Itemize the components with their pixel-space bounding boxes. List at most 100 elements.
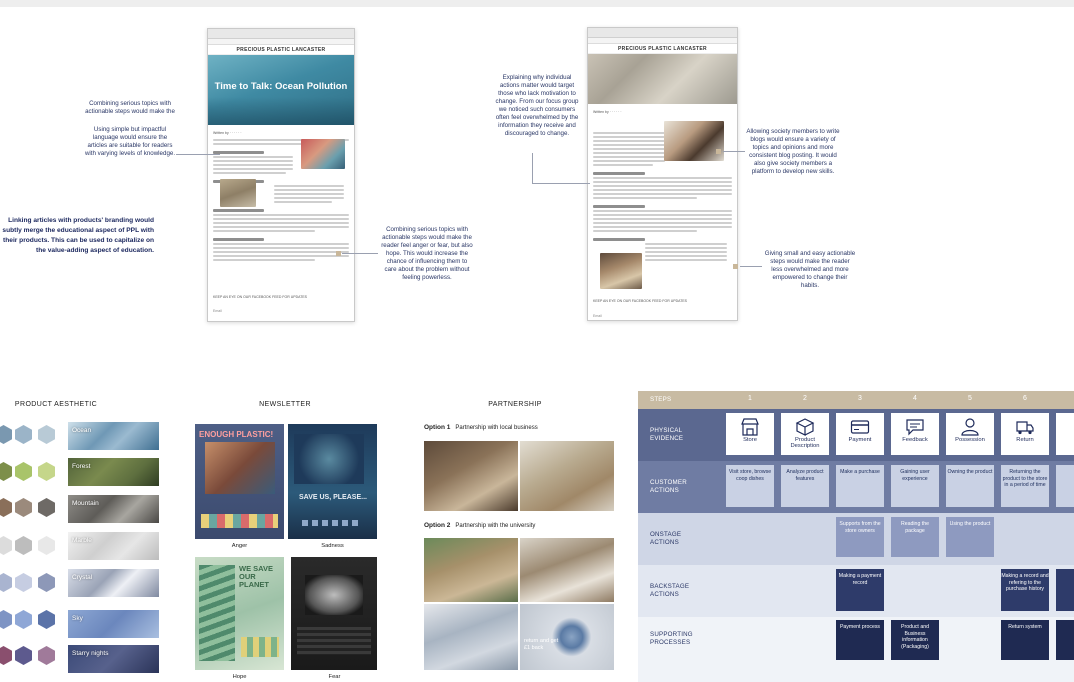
poster-headline: WE SAVE OUR PLANET <box>239 564 274 589</box>
row-label: ONSTAGE ACTIONS <box>650 531 682 546</box>
swatch-mountain: Mountain <box>68 495 159 523</box>
blueprint-header-row: STEPS 1 2 3 4 5 6 <box>638 391 1074 409</box>
customer-action-cell: Gaining user experience <box>891 465 939 507</box>
row-label: CUSTOMER ACTIONS <box>650 479 687 494</box>
university-photo-1 <box>424 538 518 602</box>
evidence-card-payment: Payment <box>836 413 884 455</box>
annotation-hope-and-fear: Combining serious topics with actionable… <box>381 226 473 281</box>
backstage-action-cell: Making a record and refering to the purc… <box>1001 569 1049 611</box>
university-photo-4: return and get £1 back <box>520 604 614 670</box>
university-photo-2 <box>520 538 614 602</box>
product-aesthetic-title: PRODUCT AESTHETIC <box>14 401 98 408</box>
poster-anger: ENOUGH PLASTIC! <box>195 424 284 539</box>
photo-caption: return and get £1 back <box>524 638 559 651</box>
step-number: 4 <box>913 395 917 402</box>
annotation-simple-language: Using simple but impactful language woul… <box>84 126 176 157</box>
evidence-card-store: Store <box>726 413 774 455</box>
customer-action-cell: Owning the product <box>946 465 994 507</box>
annotation-linking-articles: Linking articles with products' branding… <box>2 217 154 254</box>
hero-image: Time to Talk: Ocean Pollution <box>208 55 354 125</box>
leader-line <box>740 266 762 267</box>
blog-mockup-ocean-pollution: PRECIOUS PLASTIC LANCASTER Time to Talk:… <box>207 28 355 322</box>
service-blueprint: STEPS 1 2 3 4 5 6 PHYSICAL EVIDENCE Stor… <box>638 391 1074 682</box>
leader-line <box>342 253 378 254</box>
footer-text: KEEP AN EYE ON OUR FACEBOOK FEED FOR UPD… <box>213 295 308 299</box>
hero-image <box>588 54 737 104</box>
jars-photo <box>600 253 642 289</box>
customer-action-cell: Returning the product to the store in a … <box>1001 465 1049 507</box>
step-number: 2 <box>803 395 807 402</box>
hero-title: Time to Talk: Ocean Pollution <box>214 81 348 92</box>
customer-action-cell: Analyze product features <box>781 465 829 507</box>
byline: Written by · · · · · · <box>593 110 622 114</box>
university-photo-3 <box>424 604 518 670</box>
poster-label-sadness: Sadness <box>321 543 344 549</box>
poster-sadness: SAVE US, PLEASE... <box>288 424 377 539</box>
site-brand: PRECIOUS PLASTIC LANCASTER <box>208 45 354 55</box>
poster-label-fear: Fear <box>328 674 341 680</box>
footer-small: Email <box>213 309 222 313</box>
onstage-action-cell: Supports from the store owners <box>836 517 884 557</box>
swatch-marble: Marble <box>68 532 159 560</box>
footer-text: KEEP AN EYE ON OUR FACEBOOK FEED FOR UPD… <box>593 299 688 303</box>
box-icon <box>795 418 815 436</box>
beach-photo <box>220 179 256 207</box>
supporting-process-cell: Product and Business information (Packag… <box>891 620 939 660</box>
footer-small: Email <box>593 314 602 318</box>
return-truck-icon <box>1016 421 1034 435</box>
swatch-sky: Sky <box>68 610 159 638</box>
woman-portrait <box>664 121 724 161</box>
option1-label: Option 1 Partnership with local business <box>424 424 538 431</box>
browser-chrome <box>588 28 737 38</box>
blog-mockup-actions: PRECIOUS PLASTIC LANCASTER Written by · … <box>587 27 738 321</box>
step-number: 3 <box>858 395 862 402</box>
credit-card-icon <box>850 420 870 434</box>
swatch-forest: Forest <box>68 458 159 486</box>
poster-hope: WE SAVE OUR PLANET <box>195 557 284 670</box>
swatch-crystal: Crystal <box>68 569 159 597</box>
newsletter-title: NEWSLETTER <box>259 401 311 408</box>
steps-label: STEPS <box>650 396 672 403</box>
swatch-ocean: Ocean <box>68 422 159 450</box>
local-business-photo-1 <box>424 441 518 511</box>
evidence-card-return: Return <box>1001 413 1049 455</box>
browser-chrome <box>208 29 354 39</box>
supporting-process-cell: Payment process <box>836 620 884 660</box>
leader-marker <box>336 251 341 256</box>
annotation-explaining-actions: Explaining why individual actions matter… <box>495 74 579 137</box>
annotation-combining-topics: Combining serious topics with actionable… <box>85 100 175 115</box>
supporting-process-cell-partial <box>1056 620 1074 660</box>
onstage-action-cell: Using the product <box>946 517 994 557</box>
site-brand: PRECIOUS PLASTIC LANCASTER <box>588 44 737 54</box>
backstage-action-cell-partial <box>1056 569 1074 611</box>
evidence-card-possession: Possession <box>946 413 994 455</box>
coral-photo <box>301 139 345 169</box>
row-label: SUPPORTING PROCESSES <box>650 631 693 646</box>
backstage-action-cell: Making a payment record <box>836 569 884 611</box>
person-icon <box>961 418 979 436</box>
step-number: 1 <box>748 395 752 402</box>
option2-label: Option 2 Partnership with the university <box>424 522 536 529</box>
customer-action-cell: Make a purchase <box>836 465 884 507</box>
evidence-card-feedback: Feedback <box>891 413 939 455</box>
top-band <box>0 0 1074 7</box>
onstage-action-cell: Reading the package <box>891 517 939 557</box>
partnership-title: PARTNERSHIP <box>488 401 542 408</box>
evidence-card-partial <box>1056 413 1074 455</box>
step-number: 6 <box>1023 395 1027 402</box>
byline: Written by · · · · · · <box>213 131 242 135</box>
annotation-small-steps: Giving small and easy actionable steps w… <box>764 250 856 289</box>
poster-headline: SAVE US, PLEASE... <box>299 494 367 501</box>
leader-marker <box>716 149 721 154</box>
leader-marker <box>733 264 738 269</box>
row-label: PHYSICAL EVIDENCE <box>650 427 684 442</box>
evidence-card-product-description: Product Description <box>781 413 829 455</box>
annotation-society-members: Allowing society members to write blogs … <box>746 128 840 175</box>
leader-line <box>723 151 745 152</box>
step-number: 5 <box>968 395 972 402</box>
leader-line <box>176 154 220 155</box>
swatch-starry-nights: Starry nights <box>68 645 159 673</box>
row-label: BACKSTAGE ACTIONS <box>650 583 690 598</box>
customer-action-cell: Visit store, browse coop dishes <box>726 465 774 507</box>
supporting-process-cell: Return system <box>1001 620 1049 660</box>
